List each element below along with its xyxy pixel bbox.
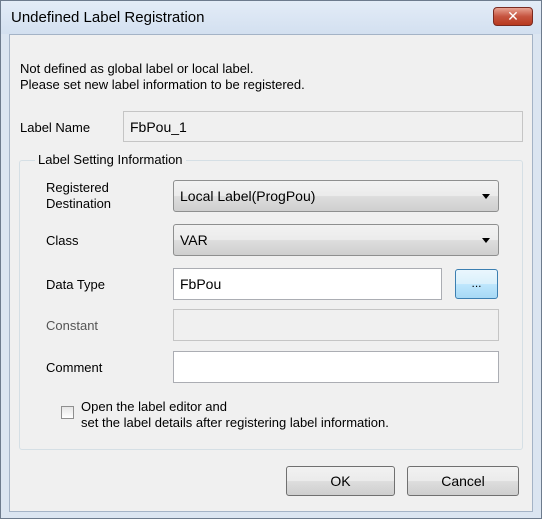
message-line-1: Not defined as global label or local lab…	[20, 61, 254, 76]
ok-button[interactable]: OK	[286, 466, 395, 496]
constant-label: Constant	[46, 318, 99, 333]
message-line-2: Please set new label information to be r…	[20, 77, 305, 92]
label-setting-group-title: Label Setting Information	[35, 152, 186, 167]
comment-label: Comment	[46, 360, 103, 375]
constant-field[interactable]	[173, 309, 499, 341]
registered-destination-dropdown[interactable]: Local Label(ProgPou)	[173, 180, 499, 212]
comment-field[interactable]	[173, 351, 499, 383]
label-name-field[interactable]: FbPou_1	[123, 111, 523, 142]
registered-destination-value: Local Label(ProgPou)	[180, 188, 316, 204]
class-value: VAR	[180, 232, 208, 248]
close-icon: ✕	[507, 8, 519, 24]
open-editor-label-line2: set the label details after registering …	[81, 415, 389, 430]
chevron-down-icon	[482, 238, 490, 243]
registered-destination-label-line2: Destination	[46, 196, 112, 211]
title-bar[interactable]: Undefined Label Registration ✕	[1, 1, 541, 34]
class-dropdown[interactable]: VAR	[173, 224, 499, 256]
cancel-button[interactable]: Cancel	[407, 466, 519, 496]
registered-destination-label-line1: Registered	[46, 180, 109, 195]
data-type-browse-button[interactable]: ...	[455, 269, 498, 299]
data-type-label: Data Type	[46, 277, 106, 292]
class-label: Class	[46, 233, 79, 248]
window-title: Undefined Label Registration	[11, 9, 205, 26]
chevron-down-icon	[482, 194, 490, 199]
dialog-window: Undefined Label Registration ✕ Not defin…	[0, 0, 542, 519]
open-editor-checkbox[interactable]	[61, 406, 74, 419]
dialog-body: Not defined as global label or local lab…	[9, 34, 533, 512]
data-type-field[interactable]: FbPou	[173, 268, 442, 300]
label-name-label: Label Name	[20, 120, 91, 135]
open-editor-label-line1: Open the label editor and	[81, 399, 227, 414]
close-button[interactable]: ✕	[493, 7, 533, 26]
